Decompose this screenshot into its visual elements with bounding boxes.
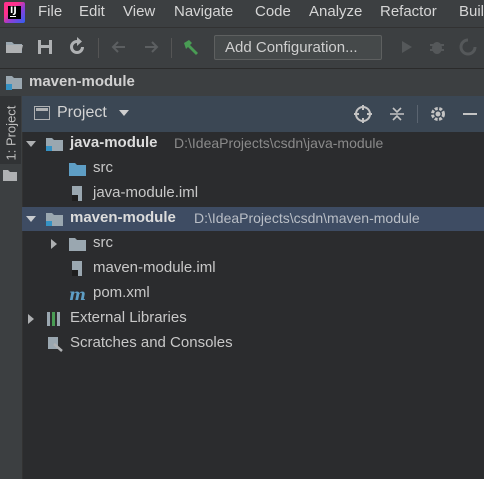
- project-view-selector[interactable]: Project: [57, 104, 107, 122]
- tree-item-label: maven-module: [70, 209, 176, 226]
- add-configuration-button[interactable]: Add Configuration...: [214, 35, 382, 60]
- module-folder-icon: [46, 213, 63, 226]
- iml-file-icon: [72, 261, 82, 276]
- tree-item-label: pom.xml: [93, 284, 150, 301]
- tree-item-label: src: [93, 159, 113, 176]
- tree-row-java-module-iml[interactable]: java-module.iml: [22, 182, 484, 206]
- navigation-bar: maven-module: [0, 68, 484, 97]
- build-hammer-icon[interactable]: [181, 37, 201, 57]
- module-folder-icon: [46, 138, 63, 151]
- coverage-icon[interactable]: [458, 37, 478, 57]
- tree-item-label: java-module: [70, 134, 158, 151]
- back-arrow-icon[interactable]: [109, 37, 129, 57]
- minimize-icon[interactable]: [460, 104, 480, 124]
- tree-row-src[interactable]: src: [22, 157, 484, 181]
- tree-row-src[interactable]: src: [22, 232, 484, 256]
- tree-item-label: maven-module.iml: [93, 259, 216, 276]
- maven-m-icon: m: [69, 286, 86, 302]
- menu-refactor[interactable]: Refactor: [380, 3, 437, 20]
- toolbar-separator: [171, 38, 172, 58]
- folder-icon[interactable]: [3, 170, 17, 181]
- collapsed-arrow-icon[interactable]: [25, 313, 37, 325]
- tree-row-java-module[interactable]: java-module D:\IdeaProjects\csdn\java-mo…: [22, 132, 484, 156]
- locate-target-icon[interactable]: [353, 104, 373, 124]
- collapse-all-icon[interactable]: [387, 104, 407, 124]
- folder-icon: [69, 238, 86, 251]
- open-folder-icon[interactable]: [4, 37, 24, 57]
- menu-build[interactable]: Buil: [459, 3, 484, 20]
- tree-item-label: External Libraries: [70, 309, 187, 326]
- intellij-logo-icon[interactable]: IJ: [4, 2, 25, 23]
- tree-item-label: src: [93, 234, 113, 251]
- menu-edit[interactable]: Edit: [79, 3, 105, 20]
- menu-view[interactable]: View: [123, 3, 155, 20]
- source-folder-icon: [69, 163, 86, 176]
- tree-row-external-libraries[interactable]: External Libraries: [22, 307, 484, 331]
- module-path: D:\IdeaProjects\csdn\java-module: [174, 135, 384, 151]
- menu-analyze[interactable]: Analyze: [309, 3, 362, 20]
- menu-bar: IJ File Edit View Navigate Code Analyze …: [0, 0, 484, 27]
- tree-row-maven-module-iml[interactable]: maven-module.iml: [22, 257, 484, 281]
- breadcrumb-project[interactable]: maven-module: [29, 73, 135, 90]
- tree-row-pom-xml[interactable]: m pom.xml: [22, 282, 484, 306]
- project-view-icon: [34, 106, 50, 120]
- run-icon[interactable]: [396, 37, 416, 57]
- project-panel-header: Project: [22, 96, 484, 132]
- iml-file-icon: [72, 186, 82, 201]
- save-icon[interactable]: [35, 37, 55, 57]
- tool-window-strip: 1: Project: [0, 96, 23, 479]
- sync-icon[interactable]: [67, 37, 87, 57]
- expanded-arrow-icon[interactable]: [25, 138, 37, 150]
- module-folder-icon: [6, 76, 22, 90]
- menu-navigate[interactable]: Navigate: [174, 3, 233, 20]
- main-toolbar: Add Configuration...: [0, 27, 484, 69]
- debug-icon[interactable]: [427, 37, 447, 57]
- svg-text:m: m: [69, 286, 86, 302]
- project-tree: java-module D:\IdeaProjects\csdn\java-mo…: [22, 132, 484, 479]
- expanded-arrow-icon[interactable]: [25, 213, 37, 225]
- forward-arrow-icon[interactable]: [141, 37, 161, 57]
- library-icon: [47, 312, 60, 326]
- tree-item-label: Scratches and Consoles: [70, 334, 233, 351]
- tree-item-label: java-module.iml: [93, 184, 199, 201]
- menu-file[interactable]: File: [38, 3, 62, 20]
- module-path: D:\IdeaProjects\csdn\maven-module: [194, 210, 420, 226]
- gear-icon[interactable]: [428, 104, 448, 124]
- collapsed-arrow-icon[interactable]: [48, 238, 60, 250]
- tree-row-scratches[interactable]: Scratches and Consoles: [22, 332, 484, 356]
- menu-code[interactable]: Code: [255, 3, 291, 20]
- chevron-down-icon[interactable]: [119, 110, 129, 116]
- project-tool-tab-label: 1: Project: [3, 105, 19, 161]
- toolbar-separator: [98, 38, 99, 58]
- scratches-icon: [48, 337, 63, 352]
- header-separator: [417, 105, 418, 123]
- tree-row-maven-module[interactable]: maven-module D:\IdeaProjects\csdn\maven-…: [22, 207, 484, 231]
- project-tool-tab[interactable]: 1: Project: [0, 96, 21, 164]
